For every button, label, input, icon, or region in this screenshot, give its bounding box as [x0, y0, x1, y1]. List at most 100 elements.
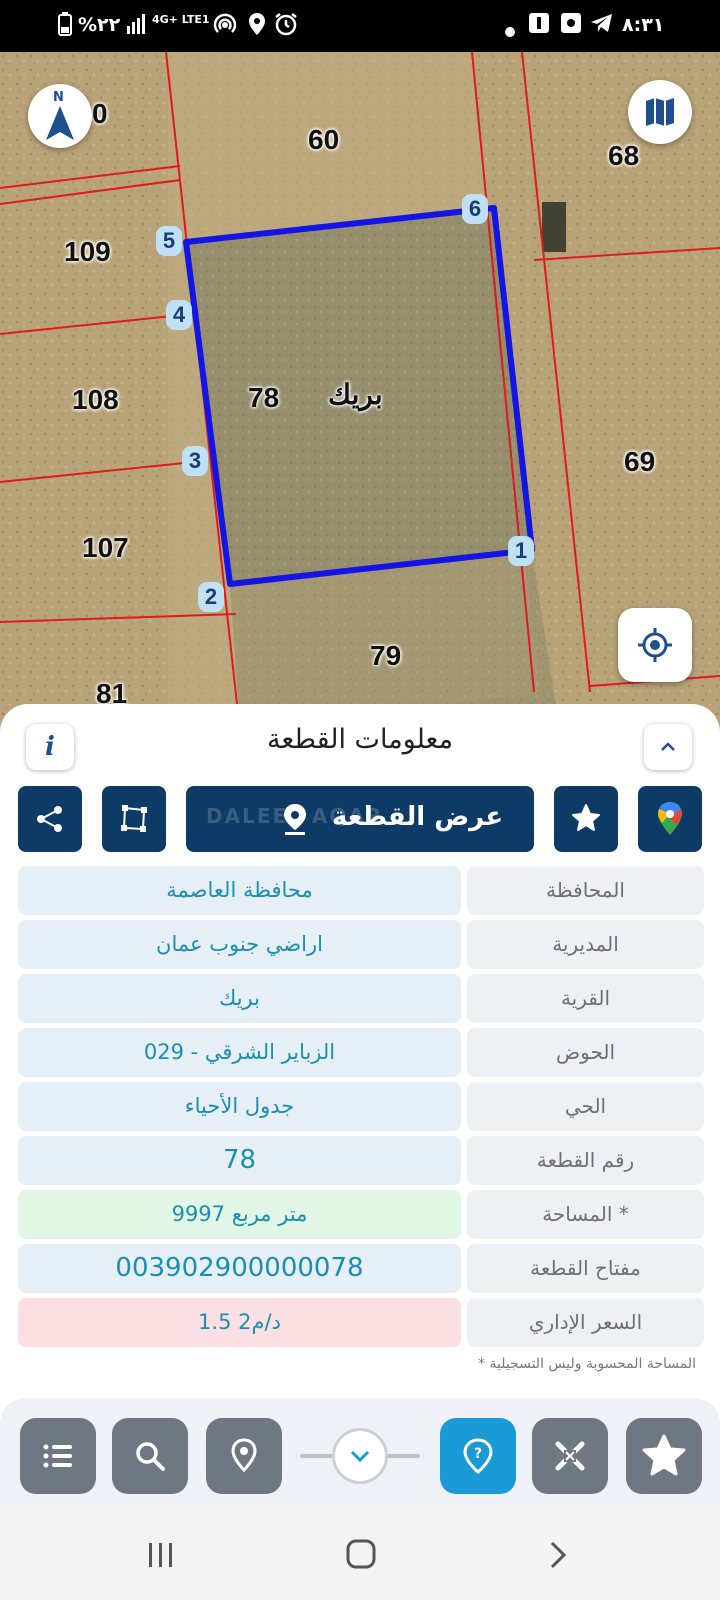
- info-row-area: 9997 متر مربع المساحة *: [18, 1190, 704, 1239]
- signal-icon: [126, 12, 148, 43]
- help-button[interactable]: ?: [440, 1418, 516, 1494]
- home-icon: [346, 1539, 376, 1569]
- map-view[interactable]: 0 60 68 109 108 78 69 107 79 81 بريك 1 2…: [0, 52, 720, 732]
- search-button[interactable]: [112, 1418, 188, 1494]
- parcel-label: 107: [82, 532, 129, 563]
- map-layers-button[interactable]: [628, 80, 692, 144]
- row-value: 9997 متر مربع: [18, 1190, 461, 1239]
- row-value: 003902900000078: [18, 1244, 461, 1293]
- info-icon: i: [45, 732, 55, 762]
- system-navigation-bar: [0, 1510, 720, 1600]
- vertex-marker[interactable]: 1: [508, 536, 534, 566]
- chevron-right-icon: [550, 1541, 567, 1569]
- crosshair-icon: [638, 628, 672, 662]
- compass-button[interactable]: N: [28, 84, 92, 148]
- row-label: الحوض: [467, 1028, 704, 1077]
- polygon-button[interactable]: [102, 786, 166, 852]
- parcel-info-panel: i معلومات القطعة DALEEL AQAR عرض القطعة: [0, 704, 720, 1404]
- bottom-toolbar: ?: [0, 1398, 720, 1510]
- vertex-marker[interactable]: 5: [156, 226, 182, 256]
- row-value: 1.5 د/م2: [18, 1298, 461, 1347]
- row-label: المحافظة: [467, 866, 704, 915]
- collapse-button[interactable]: [644, 724, 692, 770]
- place-search-button[interactable]: [206, 1418, 282, 1494]
- row-value: 78: [18, 1136, 461, 1185]
- hotspot-icon: [212, 12, 238, 45]
- info-row-parcel-number: 78 رقم القطعة: [18, 1136, 704, 1185]
- row-value: محافظة العاصمة: [18, 866, 461, 915]
- alarm-icon: [274, 12, 298, 43]
- back-button[interactable]: [548, 1540, 568, 1574]
- info-row-basin: الزباير الشرقي - 029 الحوض: [18, 1028, 704, 1077]
- info-row-governorate: محافظة العاصمة المحافظة: [18, 866, 704, 915]
- list-icon: [43, 1444, 72, 1468]
- row-value: جدول الأحياء: [18, 1082, 461, 1131]
- network-type: 4G+ LTE1: [152, 13, 210, 26]
- parcel-label: 69: [624, 446, 656, 477]
- parcel-label: 68: [608, 140, 640, 171]
- location-pin-icon: [284, 804, 306, 835]
- status-bar: %٢٢ 4G+ LTE1 ٨:٣١: [0, 0, 720, 52]
- list-button[interactable]: [20, 1418, 96, 1494]
- location-pin-icon: [231, 1438, 257, 1473]
- battery-icon: [58, 12, 72, 43]
- my-location-button[interactable]: [618, 608, 692, 682]
- compass-icon: [46, 106, 74, 140]
- share-icon: [37, 806, 62, 832]
- gallery-icon: [560, 12, 582, 41]
- row-value: بريك: [18, 974, 461, 1023]
- favorite-button[interactable]: [554, 786, 618, 852]
- parcel-label: 79: [370, 640, 402, 671]
- village-label: بريك: [328, 379, 383, 410]
- vertex-marker[interactable]: 4: [166, 300, 192, 330]
- app-icon: [528, 12, 550, 41]
- row-value: اراضي جنوب عمان: [18, 920, 461, 969]
- compass-north-label: N: [53, 90, 64, 105]
- parcel-label: 109: [64, 236, 111, 267]
- row-label: مفتاح القطعة: [467, 1244, 704, 1293]
- info-row-parcel-key: 003902900000078 مفتاح القطعة: [18, 1244, 704, 1293]
- star-icon: [572, 804, 600, 831]
- area-footnote: * المساحة المحسوبة وليس التسجيلية: [478, 1356, 696, 1372]
- telegram-icon: [590, 12, 614, 41]
- share-button[interactable]: [18, 786, 82, 852]
- chevron-down-icon: [350, 1450, 370, 1463]
- google-maps-button[interactable]: [638, 786, 702, 852]
- row-label: المديرية: [467, 920, 704, 969]
- view-parcel-button[interactable]: DALEEL AQAR عرض القطعة: [186, 786, 534, 852]
- info-row-admin-price: 1.5 د/م2 السعر الإداري: [18, 1298, 704, 1347]
- help-pin-icon: ?: [463, 1438, 493, 1474]
- vertex-marker[interactable]: 3: [182, 446, 208, 476]
- parcel-label: 60: [308, 124, 340, 155]
- panel-title: معلومات القطعة: [266, 724, 454, 755]
- dot-icon: [505, 18, 515, 44]
- polygon-icon: [121, 805, 147, 832]
- parcel-label: 78: [248, 382, 280, 413]
- info-button[interactable]: i: [26, 724, 74, 770]
- favorites-button[interactable]: [626, 1418, 702, 1494]
- svg-text:?: ?: [474, 1446, 482, 1462]
- recent-apps-button[interactable]: [146, 1540, 176, 1574]
- row-label: المساحة *: [467, 1190, 704, 1239]
- row-label: رقم القطعة: [467, 1136, 704, 1185]
- map-icon: [646, 98, 674, 126]
- tools-icon: [555, 1441, 585, 1471]
- clock-time: ٨:٣١: [622, 14, 665, 36]
- google-maps-icon: [658, 802, 682, 835]
- info-row-village: بريك القرية: [18, 974, 704, 1023]
- vertex-marker[interactable]: 6: [462, 194, 488, 224]
- parcel-label: 108: [72, 384, 119, 415]
- location-icon: [248, 12, 266, 43]
- home-button[interactable]: [345, 1538, 377, 1574]
- parcel-label: 0: [92, 98, 108, 129]
- search-icon: [136, 1442, 165, 1471]
- row-value: الزباير الشرقي - 029: [18, 1028, 461, 1077]
- vertex-marker[interactable]: 2: [198, 582, 224, 612]
- row-label: السعر الإداري: [467, 1298, 704, 1347]
- chevron-up-icon: [661, 742, 675, 751]
- expand-toolbar-button[interactable]: [332, 1428, 388, 1484]
- recent-apps-icon: [149, 1543, 172, 1567]
- battery-percent: %٢٢: [78, 14, 121, 36]
- info-row-directorate: اراضي جنوب عمان المديرية: [18, 920, 704, 969]
- tools-button[interactable]: [532, 1418, 608, 1494]
